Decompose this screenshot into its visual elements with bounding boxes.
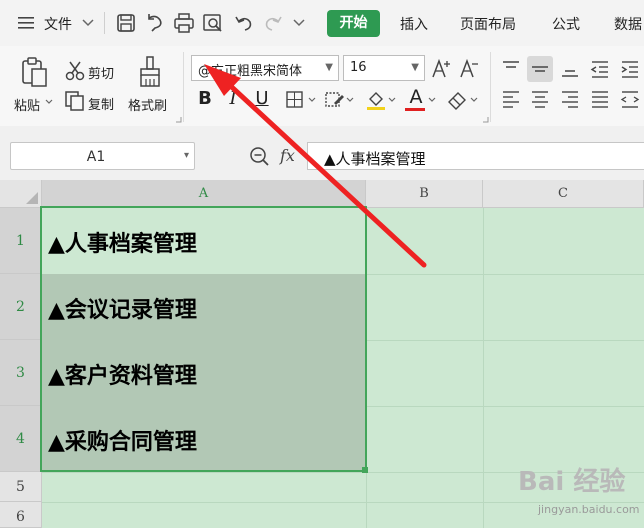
underline-button[interactable]: U xyxy=(251,88,273,109)
font-color-button[interactable]: A xyxy=(405,86,427,108)
row-header-4[interactable]: 4 xyxy=(0,406,42,472)
chevron-down-icon[interactable] xyxy=(308,97,316,103)
formula-input[interactable]: ▲人事档案管理 xyxy=(307,142,644,170)
font-name-select[interactable]: @方正粗黑宋简体 ▼ xyxy=(191,55,339,81)
dialog-launcher-icon[interactable] xyxy=(176,117,182,123)
decrease-font-size-icon[interactable] xyxy=(459,57,481,79)
undo-icon[interactable] xyxy=(233,12,255,34)
name-box-value: A1 xyxy=(86,149,106,165)
fill-color-icon[interactable] xyxy=(365,89,387,111)
align-right-icon[interactable] xyxy=(559,88,581,110)
redo-icon[interactable] xyxy=(262,12,284,34)
chevron-down-icon[interactable] xyxy=(45,99,53,105)
chevron-down-icon[interactable] xyxy=(82,18,94,28)
distributed-align-icon[interactable] xyxy=(619,88,641,110)
align-left-icon[interactable] xyxy=(500,88,522,110)
tab-insert[interactable]: 插入 xyxy=(400,14,428,34)
row-header-6[interactable]: 6 xyxy=(0,502,42,528)
cell-format-icon[interactable] xyxy=(323,89,345,111)
row-header-3[interactable]: 3 xyxy=(0,340,42,406)
chevron-down-icon[interactable] xyxy=(346,97,354,103)
formula-content: ▲人事档案管理 xyxy=(324,150,426,168)
grid-line xyxy=(483,208,484,528)
bold-button[interactable]: B xyxy=(194,88,216,109)
chevron-down-icon[interactable] xyxy=(428,97,436,103)
dialog-launcher-icon[interactable] xyxy=(483,117,489,123)
format-painter-icon[interactable] xyxy=(137,55,163,89)
italic-button[interactable]: I xyxy=(222,88,244,109)
chevron-down-icon: ▾ xyxy=(183,150,189,161)
column-header-c[interactable]: C xyxy=(483,180,644,208)
cut-icon[interactable] xyxy=(64,60,86,82)
select-all-corner[interactable] xyxy=(0,180,42,208)
menu-bar xyxy=(0,0,644,46)
ribbon-group-separator xyxy=(183,52,184,122)
font-size-select[interactable]: 16 ▼ xyxy=(343,55,425,81)
name-box[interactable]: A1 ▾ xyxy=(10,142,195,170)
copy-icon[interactable] xyxy=(64,90,86,112)
font-size-value: 16 xyxy=(350,60,367,75)
format-painter-button[interactable]: 格式刷 xyxy=(128,95,167,114)
corner-triangle-icon xyxy=(26,192,38,204)
file-menu[interactable]: 文件 xyxy=(44,14,72,34)
chevron-down-icon[interactable] xyxy=(470,97,478,103)
tab-page-layout[interactable]: 页面布局 xyxy=(460,14,516,34)
justify-icon[interactable] xyxy=(589,88,611,110)
decrease-indent-icon[interactable] xyxy=(589,58,611,80)
chevron-down-icon: ▼ xyxy=(411,62,419,73)
save-icon[interactable] xyxy=(115,12,137,34)
align-center-icon[interactable] xyxy=(529,88,551,110)
borders-icon[interactable] xyxy=(284,89,306,111)
chevron-down-icon[interactable] xyxy=(293,18,305,28)
row-header-5[interactable]: 5 xyxy=(0,472,42,502)
clear-format-icon[interactable] xyxy=(446,89,468,111)
ribbon-group-separator xyxy=(490,52,491,122)
print-icon[interactable] xyxy=(173,12,195,34)
toolbar-separator xyxy=(104,12,105,34)
watermark-logo: Bai 经验 xyxy=(518,467,626,497)
tab-data[interactable]: 数据 xyxy=(614,14,642,34)
chevron-down-icon: ▼ xyxy=(325,62,333,73)
zoom-icon[interactable] xyxy=(248,145,270,167)
tab-home[interactable]: 开始 xyxy=(327,10,380,37)
selection-border xyxy=(40,206,367,472)
copy-button[interactable]: 复制 xyxy=(88,94,114,113)
row-header-2[interactable]: 2 xyxy=(0,274,42,340)
column-header-a[interactable]: A xyxy=(42,180,366,208)
fill-handle[interactable] xyxy=(362,467,368,473)
align-middle-icon xyxy=(532,66,548,72)
fx-button[interactable]: fx xyxy=(280,146,295,165)
font-name-value: @方正粗黑宋简体 xyxy=(198,64,303,79)
font-color-swatch xyxy=(405,108,425,111)
column-header-b[interactable]: B xyxy=(366,180,483,208)
paste-icon[interactable] xyxy=(20,56,50,88)
row-header-1[interactable]: 1 xyxy=(0,208,42,274)
tab-formulas[interactable]: 公式 xyxy=(552,14,580,34)
undo-history-icon[interactable] xyxy=(144,12,166,34)
increase-indent-icon[interactable] xyxy=(619,58,641,80)
paste-button[interactable]: 粘贴 xyxy=(14,95,40,114)
align-bottom-icon[interactable] xyxy=(559,58,581,80)
print-preview-icon[interactable] xyxy=(202,12,224,34)
increase-font-size-icon[interactable] xyxy=(431,57,453,79)
cut-button[interactable]: 剪切 xyxy=(88,63,114,82)
hamburger-menu-icon[interactable] xyxy=(18,16,34,30)
chevron-down-icon[interactable] xyxy=(388,97,396,103)
watermark-url: jingyan.baidu.com xyxy=(538,503,640,516)
align-top-icon[interactable] xyxy=(500,58,522,80)
